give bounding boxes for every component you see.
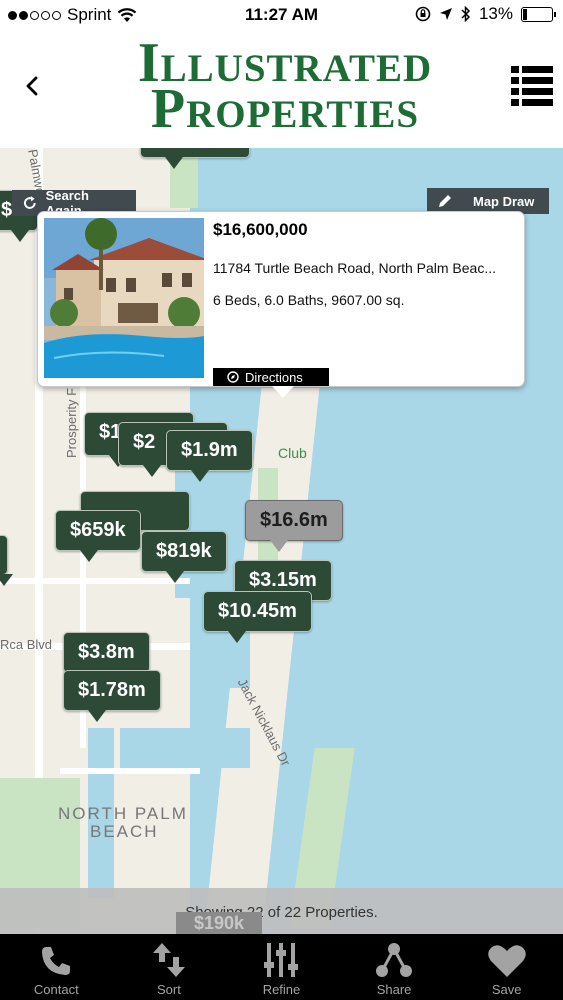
beach-label: BEACH — [90, 822, 159, 841]
pencil-icon — [439, 195, 451, 207]
battery-percent: 13% — [478, 4, 513, 23]
inlet — [120, 728, 250, 768]
tab-save[interactable]: Save — [450, 934, 563, 1000]
battery-icon — [521, 6, 556, 22]
share-icon — [376, 943, 413, 977]
refresh-icon — [24, 196, 36, 209]
tab-share-label: Share — [376, 982, 412, 997]
price-pin[interactable]: $1.9m — [166, 430, 253, 482]
price-pin[interactable]: $3.8m — [63, 632, 150, 684]
property-address: 11784 Turtle Beach Road, North Palm Beac… — [213, 260, 497, 276]
house-pool-image — [44, 218, 204, 378]
tab-share[interactable]: Share — [338, 934, 451, 1000]
price-pin-offscreen[interactable] — [140, 148, 250, 169]
street-h2 — [0, 578, 190, 584]
price-pin-selected[interactable]: $16.6m — [245, 500, 343, 552]
list-menu-icon[interactable] — [509, 64, 555, 108]
directions-label: Directions — [245, 369, 303, 385]
app-header: Illustrated Properties — [0, 30, 563, 148]
property-info-card[interactable]: $16,600,000 11784 Turtle Beach Road, Nor… — [37, 211, 525, 398]
phone-icon — [42, 947, 71, 975]
map-draw-label: Map Draw — [473, 193, 535, 209]
sort-arrows-icon — [152, 943, 185, 977]
price-pin[interactable]: $819k — [141, 531, 227, 583]
prosperity-label: Prosperity F — [64, 387, 79, 458]
directions-button[interactable]: Directions — [213, 368, 329, 386]
street-h3 — [60, 768, 200, 774]
property-details: 6 Beds, 6.0 Baths, 9607.00 sq. — [213, 292, 405, 308]
property-photo[interactable] — [44, 218, 204, 378]
battery-level — [523, 8, 527, 20]
back-chevron-icon[interactable] — [18, 68, 48, 104]
compass-icon — [227, 371, 239, 383]
bluetooth-icon — [461, 6, 471, 22]
price-pin[interactable]: $659k — [55, 510, 141, 562]
tab-save-label: Save — [491, 982, 522, 997]
bottom-tab-bar: Contact Sort Refine Share Save — [0, 934, 563, 1000]
price-pin[interactable]: $10.45m — [203, 591, 312, 643]
location-arrow-icon — [439, 8, 452, 20]
price-pin-obscured: $190k — [176, 912, 262, 934]
rotation-lock-icon — [415, 6, 431, 22]
tab-refine[interactable]: Refine — [225, 934, 338, 1000]
club-label: Club — [278, 445, 307, 461]
status-bar: Sprint 11:27 AM 13% — [0, 0, 563, 30]
tab-contact[interactable]: Contact — [0, 934, 113, 1000]
tab-refine-label: Refine — [262, 982, 301, 997]
heart-icon — [487, 945, 526, 977]
property-price: $16,600,000 — [213, 220, 308, 239]
logo-line-2: Properties — [150, 78, 420, 140]
tab-sort-label: Sort — [156, 982, 181, 997]
sliders-icon — [264, 943, 299, 977]
price-pin[interactable]: $1.78m — [63, 670, 161, 722]
rca-blvd-label: Rca Blvd — [0, 637, 53, 652]
app-logo: Illustrated Properties — [100, 35, 470, 140]
results-count-bar: Showing 22 of 22 Properties. — [0, 888, 563, 934]
tab-sort[interactable]: Sort — [113, 934, 226, 1000]
tab-contact-label: Contact — [33, 982, 79, 997]
price-pin-partial[interactable] — [0, 535, 13, 586]
property-map[interactable]: Palmwo Prosperity F Club Rca Blvd Jack N… — [0, 148, 563, 934]
north-palm-label: NORTH PALM — [58, 804, 188, 823]
